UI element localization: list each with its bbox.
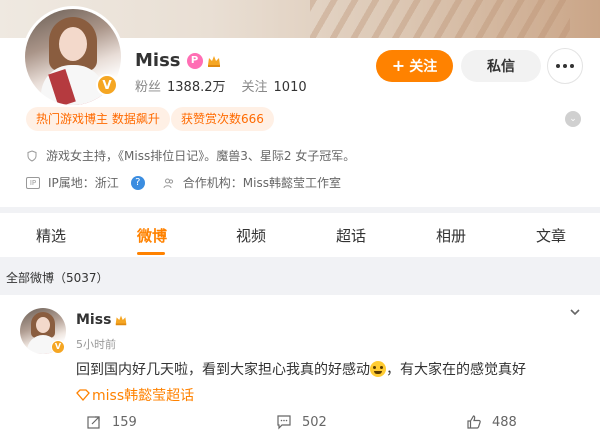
follow-button-label: 关注 [409,59,438,75]
plus-icon: + [391,56,406,75]
weibo-profile-page: V Miss P 粉丝 1388.2万 关注 1010 + 关注 私信 热门游戏博主… [0,0,600,441]
ip-location-icon: IP [26,176,40,189]
expand-chevron-icon[interactable]: ⌄ [565,111,581,127]
crown-icon[interactable] [206,53,222,69]
crown-icon[interactable] [114,313,128,327]
comment-button[interactable]: 502 [276,414,327,430]
more-options-button[interactable] [547,48,583,84]
hot-blogger-tag[interactable]: 热门游戏博主 数据飙升 [26,107,170,131]
repost-count: 159 [112,414,137,430]
comment-count: 502 [302,414,327,430]
reward-count-tag[interactable]: 获赞赏次数666 [171,107,274,131]
repost-button[interactable]: 159 [86,414,137,430]
post-timestamp[interactable]: 5小时前 [76,336,116,352]
post-text-part2: ，有大家在的感觉真好 [386,362,526,378]
following-count: 1010 [273,80,307,95]
more-dot-icon [556,64,560,68]
tab-articles[interactable]: 文章 [536,225,566,246]
post-verified-badge-icon: V [51,340,65,354]
diamond-icon [76,389,90,401]
post-menu-chevron-icon[interactable] [568,305,582,319]
tab-featured[interactable]: 精选 [36,225,66,246]
meta-row: IP IP属地：浙江 ? 合作机构：Miss韩懿莹工作室 [26,174,341,191]
agency-icon [163,178,173,188]
message-button[interactable]: 私信 [461,50,541,82]
repost-icon [87,416,100,429]
comment-icon [277,415,291,430]
tab-video[interactable]: 视频 [236,225,266,246]
agency-text[interactable]: 合作机构：Miss韩懿莹工作室 [183,174,341,191]
post-author-row: Miss [76,312,128,328]
thumbs-up-icon [467,415,481,429]
post-content: 回到国内好几天啦，看到大家担心我真的好感动 ，有大家在的感觉真好 [76,359,526,379]
post-text-part1: 回到国内好几天啦，看到大家担心我真的好感动 [76,362,370,378]
super-topic-label: miss韩懿莹超话 [92,388,195,404]
bio-row: 游戏女主持，《Miss排位日记》。魔兽3、星际2 女子冠军。 [26,147,355,164]
active-tab-indicator [137,252,165,255]
shield-icon [27,149,37,162]
all-posts-count[interactable]: 全部微博（5037） [6,269,109,286]
like-button[interactable]: 488 [466,414,517,430]
bio-text: 游戏女主持，《Miss排位日记》。魔兽3、星际2 女子冠军。 [46,149,356,163]
post-author-name[interactable]: Miss [76,312,111,328]
vip-icon[interactable]: P [186,52,203,69]
post-card: V Miss 5小时前 回到国内好几天啦，看到大家担心我真的好感动 ，有大家在的感… [0,295,600,441]
super-topic-link[interactable]: miss韩懿莹超话 [76,385,194,405]
profile-stats: 粉丝 1388.2万 关注 1010 [135,76,307,95]
like-count: 488 [492,414,517,430]
tab-super-topic[interactable]: 超话 [336,225,366,246]
follow-button[interactable]: + 关注 [376,50,453,82]
followers-stat[interactable]: 粉丝 1388.2万 [135,76,226,95]
following-stat[interactable]: 关注 1010 [242,76,307,95]
help-icon[interactable]: ? [130,175,145,190]
profile-tabs: 精选 微博 视频 超话 相册 文章 [0,213,600,257]
verified-badge-icon: V [96,74,118,96]
tab-weibo[interactable]: 微博 [137,225,167,246]
crying-emoji-icon [370,361,386,377]
followers-count: 1388.2万 [167,80,226,95]
message-button-label: 私信 [487,59,515,75]
profile-card: V Miss P 粉丝 1388.2万 关注 1010 + 关注 私信 热门游戏博主… [0,0,600,207]
following-label: 关注 [241,80,268,95]
profile-name-row: Miss P [135,50,222,71]
tab-album[interactable]: 相册 [436,225,466,246]
followers-label: 粉丝 [135,80,162,95]
profile-name: Miss [135,50,181,71]
ip-location-text: IP属地：浙江 [48,176,119,190]
